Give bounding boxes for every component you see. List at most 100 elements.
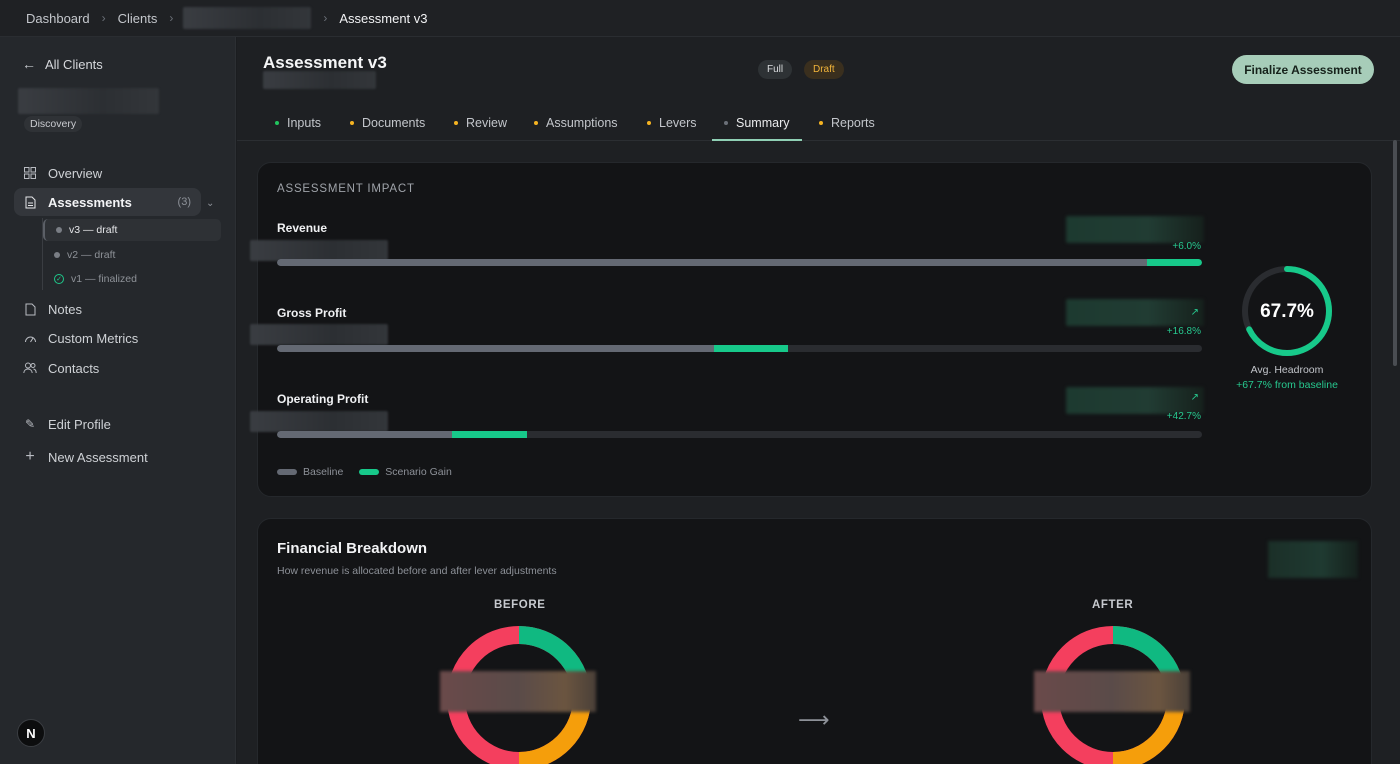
legend-label: Scenario Gain <box>385 466 452 478</box>
finalize-assessment-button[interactable]: Finalize Assessment <box>1232 55 1374 84</box>
legend-swatch <box>359 469 380 475</box>
sidebar: ← All Clients Discovery Overview Assessm… <box>0 37 236 764</box>
after-label: AFTER <box>1092 599 1134 611</box>
version-label: v1 — finalized <box>71 273 137 285</box>
assessment-version-v2[interactable]: v2 — draft <box>43 244 221 266</box>
sidebar-item-label: Custom Metrics <box>48 330 139 346</box>
sidebar-item-custom-metrics[interactable]: Custom Metrics <box>14 324 201 352</box>
baseline-bar <box>277 259 1147 266</box>
legend-baseline: Baseline <box>277 466 343 478</box>
metric-change: +16.8% <box>1166 326 1201 337</box>
check-circle-icon: ✓ <box>54 274 64 284</box>
avatar[interactable]: N <box>17 719 45 747</box>
tab-documents[interactable]: Documents <box>350 105 425 141</box>
metric-value-redacted <box>250 411 388 432</box>
tab-label: Summary <box>736 116 790 130</box>
version-label: v2 — draft <box>67 249 116 261</box>
metric-value-redacted <box>250 240 388 261</box>
chevron-right-icon: › <box>101 11 106 25</box>
all-clients-label: All Clients <box>45 56 103 72</box>
financial-breakdown-card: Financial Breakdown How revenue is alloc… <box>257 518 1372 764</box>
chevron-right-icon: › <box>323 11 328 25</box>
sidebar-item-label: Notes <box>48 301 82 317</box>
gain-bar <box>451 431 527 438</box>
page-subtitle-redacted <box>263 71 376 89</box>
assessments-count: (3) <box>177 196 191 208</box>
all-clients-link[interactable]: ← All Clients <box>22 56 103 72</box>
metric-bar <box>277 259 1202 266</box>
tab-summary[interactable]: Summary <box>724 105 789 141</box>
draft-dot-icon <box>54 252 60 258</box>
active-tab-indicator <box>712 139 802 141</box>
tab-label: Assumptions <box>546 116 618 130</box>
metric-name: Gross Profit <box>277 306 347 320</box>
metric-detail-redacted <box>1066 216 1204 243</box>
stage-badge: Discovery <box>24 116 83 132</box>
legend-swatch <box>277 469 297 475</box>
chart-legend: Baseline Scenario Gain <box>277 466 452 478</box>
section-label: ASSESSMENT IMPACT <box>277 183 415 195</box>
chevron-right-icon: › <box>169 11 174 25</box>
sidebar-item-notes[interactable]: Notes <box>14 295 201 323</box>
main-content: Assessment v3 Full Draft Finalize Assess… <box>237 37 1400 764</box>
edit-profile-button[interactable]: ✎ Edit Profile <box>14 410 201 438</box>
status-dot-icon <box>534 121 538 125</box>
tab-label: Levers <box>659 116 697 130</box>
tab-assumptions[interactable]: Assumptions <box>534 105 618 141</box>
metric-name: Operating Profit <box>277 392 369 406</box>
tab-levers[interactable]: Levers <box>647 105 697 141</box>
tab-bar: Inputs Documents Review Assumptions Leve… <box>237 105 1400 141</box>
file-icon <box>23 302 37 316</box>
status-dot-icon <box>350 121 354 125</box>
new-assessment-button[interactable]: + New Assessment <box>14 443 201 471</box>
client-name-redacted <box>18 88 159 114</box>
metric-value-redacted <box>250 324 388 345</box>
arrow-up-right-icon: ↗ <box>1190 307 1199 318</box>
tab-label: Review <box>466 116 507 130</box>
metric-bar <box>277 345 1202 352</box>
total-redacted <box>1268 541 1358 578</box>
plus-icon: + <box>25 448 35 465</box>
metric-change: +42.7% <box>1166 411 1201 422</box>
chevron-down-icon[interactable]: ⌄ <box>206 198 214 209</box>
arrow-left-icon: ← <box>22 56 36 72</box>
grid-icon <box>23 166 37 180</box>
sidebar-item-contacts[interactable]: Contacts <box>14 354 201 382</box>
gauge-sub: +67.7% from baseline <box>1236 379 1338 391</box>
status-badge: Draft <box>804 60 844 79</box>
document-icon <box>23 195 37 209</box>
tab-inputs[interactable]: Inputs <box>275 105 321 141</box>
assessment-version-v1[interactable]: ✓ v1 — finalized <box>43 268 221 290</box>
breadcrumb-current: Assessment v3 <box>339 10 428 26</box>
new-assessment-label: New Assessment <box>48 449 148 465</box>
version-label: v3 — draft <box>69 224 118 236</box>
status-dot-icon <box>819 121 823 125</box>
tab-reports[interactable]: Reports <box>819 105 875 141</box>
page-title: Assessment v3 <box>263 53 387 72</box>
metric-bar <box>277 431 1202 438</box>
status-dot-icon <box>724 121 728 125</box>
before-label: BEFORE <box>494 599 546 611</box>
gauge-label: Avg. Headroom <box>1250 364 1324 376</box>
arrow-right-icon: ⟶ <box>798 707 830 732</box>
metric-change: +6.0% <box>1172 241 1201 252</box>
headroom-gauge: 67.7% <box>1242 266 1332 356</box>
gauge-value: 67.7% <box>1260 301 1314 322</box>
tab-review[interactable]: Review <box>454 105 507 141</box>
sidebar-item-label: Assessments <box>48 194 132 210</box>
gain-bar <box>1146 259 1202 266</box>
breadcrumb-client-redacted[interactable] <box>183 7 312 29</box>
section-subtitle: How revenue is allocated before and afte… <box>277 565 557 577</box>
top-bar: Dashboard › Clients › › Assessment v3 <box>0 0 1400 37</box>
assessment-impact-card: ASSESSMENT IMPACT Revenue +6.0% Gross Pr… <box>250 162 1372 497</box>
sidebar-item-assessments[interactable]: Assessments (3) <box>14 188 201 216</box>
breadcrumb-clients[interactable]: Clients <box>118 11 158 26</box>
scrollbar[interactable] <box>1393 140 1397 366</box>
assessment-version-v3[interactable]: v3 — draft <box>43 219 221 241</box>
baseline-bar <box>277 431 452 438</box>
type-badge: Full <box>758 60 793 79</box>
sidebar-item-label: Overview <box>48 165 103 181</box>
users-icon <box>23 361 37 375</box>
sidebar-item-overview[interactable]: Overview <box>14 159 201 187</box>
breadcrumb-dashboard[interactable]: Dashboard <box>26 11 90 26</box>
